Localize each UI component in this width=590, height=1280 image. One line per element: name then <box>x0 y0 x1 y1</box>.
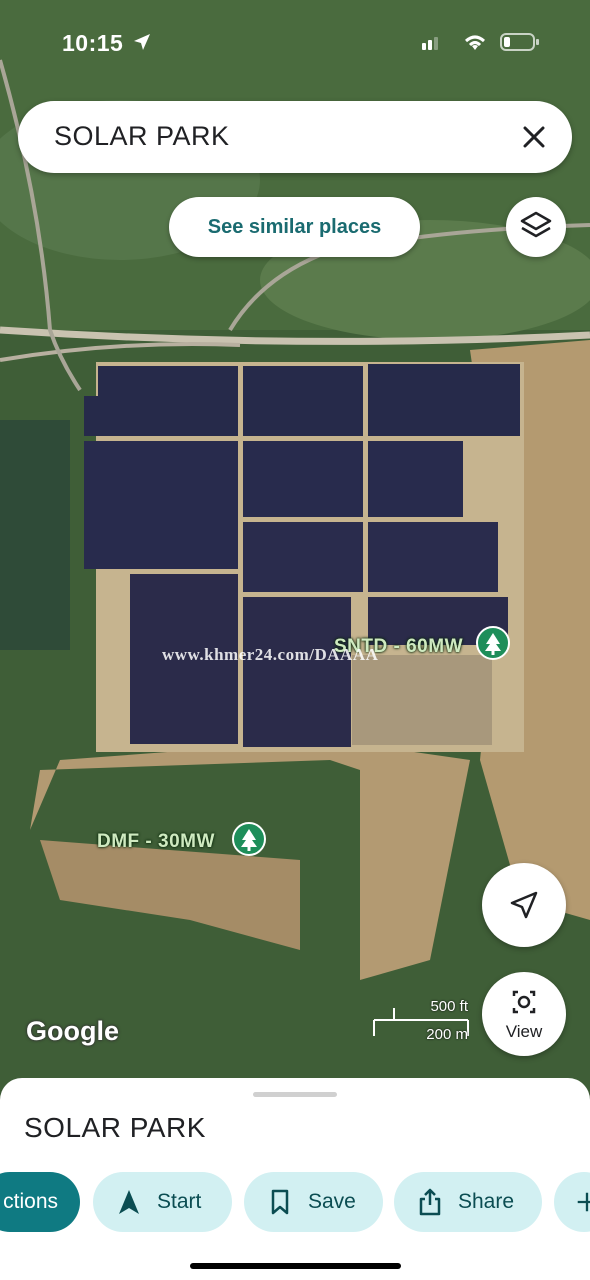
start-button[interactable]: Start <box>93 1172 232 1232</box>
status-bar: 10:15 <box>0 28 590 62</box>
location-arrow-icon <box>134 34 150 50</box>
camera-icon <box>512 990 536 1014</box>
start-label: Start <box>157 1190 202 1213</box>
scale-bar: 500 ft 200 m <box>372 998 472 1048</box>
watermark: www.khmer24.com/DAAAA <box>162 645 379 664</box>
signal-icon <box>422 37 438 50</box>
share-label: Share <box>458 1190 515 1213</box>
drag-handle[interactable] <box>253 1092 337 1097</box>
bookmark-icon <box>271 1189 289 1215</box>
my-location-button[interactable] <box>482 863 566 947</box>
directions-button[interactable]: ctions <box>0 1172 80 1232</box>
scale-meters: 200 m <box>426 1026 468 1043</box>
battery-icon <box>500 33 539 51</box>
see-similar-places-button[interactable]: See similar places <box>169 197 420 257</box>
tree-pin-icon[interactable] <box>476 626 510 671</box>
bottom-sheet[interactable]: SOLAR PARK ctions Start Save Share <box>0 1078 590 1280</box>
save-label: Save <box>308 1190 356 1213</box>
google-logo: Google <box>26 1016 119 1046</box>
directions-label: ctions <box>3 1190 58 1213</box>
plus-icon <box>577 1192 590 1212</box>
status-time: 10:15 <box>62 30 124 56</box>
save-button[interactable]: Save <box>244 1172 383 1232</box>
tree-pin-icon[interactable] <box>232 822 266 867</box>
close-icon[interactable] <box>516 119 552 155</box>
view-label: View <box>505 1022 543 1041</box>
search-bar[interactable]: SOLAR PARK <box>18 101 572 173</box>
place-title: SOLAR PARK <box>24 1112 206 1143</box>
share-icon <box>419 1188 441 1216</box>
layers-button[interactable] <box>506 197 566 257</box>
street-view-button[interactable]: View <box>482 972 566 1056</box>
search-query[interactable]: SOLAR PARK <box>54 121 230 152</box>
navigation-arrow-icon <box>510 891 538 919</box>
layers-icon <box>520 211 552 238</box>
navigation-icon <box>119 1190 139 1214</box>
wifi-icon <box>465 35 485 50</box>
more-actions-button[interactable] <box>554 1172 590 1232</box>
home-indicator[interactable] <box>190 1263 401 1269</box>
pin-label[interactable]: DMF - 30MW <box>97 831 215 853</box>
share-button[interactable]: Share <box>394 1172 542 1232</box>
